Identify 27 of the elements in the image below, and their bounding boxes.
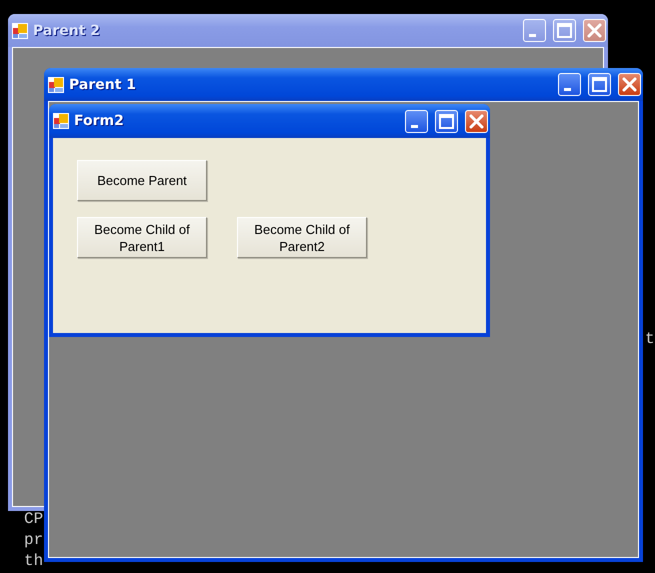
console-text: th [24, 551, 44, 572]
app-icon [48, 76, 64, 92]
action-button[interactable]: Become Child of Parent1 [77, 217, 207, 258]
console-text: pr [24, 530, 44, 551]
minimize-button[interactable] [405, 110, 428, 132]
window-title: Parent 2 [33, 22, 102, 38]
minimize-icon [529, 34, 536, 37]
console-text: t [645, 330, 655, 348]
console-text: CP [24, 509, 44, 530]
maximize-button[interactable] [435, 110, 458, 132]
close-button[interactable] [618, 73, 641, 96]
minimize-icon [564, 88, 571, 91]
action-button[interactable]: Become Child of Parent2 [237, 217, 367, 258]
maximize-button[interactable] [588, 73, 611, 96]
action-button[interactable]: Become Parent [77, 160, 207, 201]
close-button[interactable] [465, 110, 488, 132]
close-button[interactable] [583, 19, 606, 42]
window-title: Parent 1 [69, 76, 138, 92]
maximize-icon [554, 20, 575, 41]
app-icon [12, 22, 28, 38]
minimize-button[interactable] [523, 19, 546, 42]
minimize-button[interactable] [558, 73, 581, 96]
minimize-icon [411, 124, 418, 128]
maximize-button[interactable] [553, 19, 576, 42]
maximize-icon [589, 74, 610, 95]
app-icon [53, 113, 69, 129]
window-title: Form2 [74, 113, 125, 129]
